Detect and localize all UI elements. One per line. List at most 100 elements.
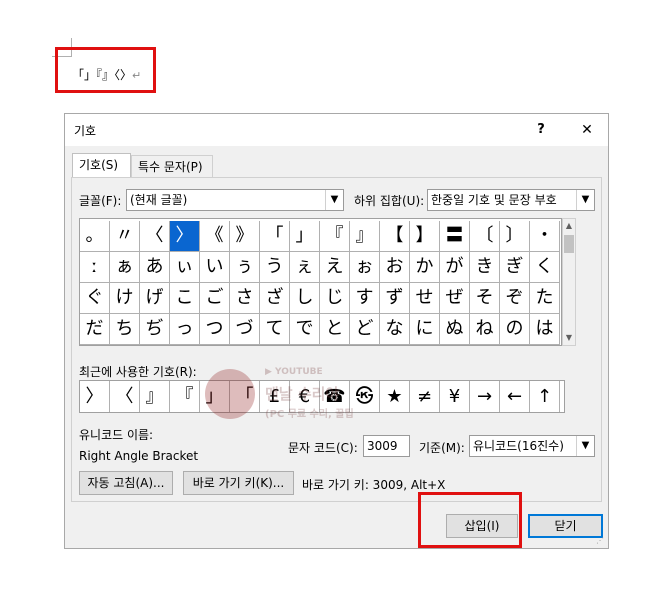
resize-grip-icon[interactable]: ⋰ [596,536,606,546]
symbol-cell[interactable]: し [290,283,320,314]
scroll-down-icon[interactable]: ▼ [563,331,575,345]
symbol-cell[interactable]: と [320,314,350,345]
from-select-value: 유니코드(16진수) [473,439,564,453]
symbol-cell[interactable]: 】 [410,221,440,252]
help-button[interactable]: ? [523,118,559,142]
symbol-cell[interactable]: ぁ [110,252,140,283]
symbol-cell[interactable]: で [290,314,320,345]
symbol-cell[interactable]: 〓 [440,221,470,252]
symbol-cell[interactable]: お [380,252,410,283]
symbol-cell[interactable]: 〕 [500,221,530,252]
symbol-cell[interactable]: ː [80,252,110,283]
symbol-cell[interactable]: ぉ [350,252,380,283]
recent-symbol-cell[interactable]: 『 [170,381,200,412]
scroll-up-icon[interactable]: ▲ [563,219,575,233]
symbol-cell[interactable]: ぞ [500,283,530,314]
symbol-cell[interactable]: た [530,283,560,314]
char-code-label: 문자 코드(C): [288,441,358,455]
subset-select[interactable]: 한중일 기호 및 문장 부호 ▼ [427,189,595,211]
symbol-cell[interactable]: て [260,314,290,345]
shortcut-key-button[interactable]: 바로 가기 키(K)... [183,471,294,495]
symbol-cell[interactable]: さ [230,283,260,314]
recent-symbol-cell[interactable]: 』 [140,381,170,412]
recent-symbol-cell[interactable]: → [470,381,500,412]
symbol-cell[interactable]: ど [350,314,380,345]
symbol-cell[interactable]: き [470,252,500,283]
symbol-grid: 。〃〈〉《》「」『』【】〓〔〕・ ː ぁあぃいぅうぇえぉおかがきぎくぐけげこごさざし… [79,218,562,346]
symbol-cell[interactable]: 〉 [170,221,200,252]
symbol-cell[interactable]: づ [230,314,260,345]
watermark-logo: ▶ YOUTUBE 맨날 수리야 (PC 무료 수리, 꿀팁 [205,365,395,435]
symbol-cell[interactable]: っ [170,314,200,345]
recent-symbol-cell[interactable]: 〈 [110,381,140,412]
symbol-cell[interactable]: ぐ [80,283,110,314]
symbol-cell[interactable]: 」 [290,221,320,252]
symbol-cell[interactable]: 》 [230,221,260,252]
symbol-cell[interactable]: か [410,252,440,283]
symbol-cell[interactable]: 〔 [470,221,500,252]
symbol-cell[interactable]: な [380,314,410,345]
recent-symbol-cell[interactable]: 〉 [80,381,110,412]
symbol-cell[interactable]: ぜ [440,283,470,314]
symbol-cell[interactable]: け [110,283,140,314]
recent-symbol-cell[interactable]: ¥ [440,381,470,412]
symbol-cell[interactable]: せ [410,283,440,314]
symbol-cell[interactable]: 〈 [140,221,170,252]
symbol-cell[interactable]: 』 [350,221,380,252]
watermark-subtitle: (PC 무료 수리, 꿀팁 [265,409,354,420]
symbol-cell[interactable]: の [500,314,530,345]
symbol-cell[interactable]: く [530,252,560,283]
symbol-cell[interactable]: 【 [380,221,410,252]
symbol-cell[interactable]: ぃ [170,252,200,283]
subset-label: 하위 집합(U): [354,194,425,208]
symbol-cell[interactable]: あ [140,252,170,283]
dialog-title: 기호 [74,124,97,138]
symbol-cell[interactable]: が [440,252,470,283]
recent-symbol-cell[interactable]: ≠ [410,381,440,412]
symbol-grid-scrollbar[interactable]: ▲ ▼ [562,218,576,346]
symbol-cell[interactable]: ざ [260,283,290,314]
symbol-cell[interactable]: ぅ [230,252,260,283]
symbol-cell[interactable]: そ [470,283,500,314]
symbol-cell[interactable]: は [530,314,560,345]
tab-special-characters[interactable]: 특수 문자(P) [131,155,213,177]
symbol-cell[interactable]: 。 [80,221,110,252]
symbol-cell[interactable]: 「 [260,221,290,252]
symbol-cell[interactable]: ぬ [440,314,470,345]
symbol-cell[interactable]: い [200,252,230,283]
close-button[interactable]: 닫기 [528,514,603,538]
symbol-cell[interactable]: ぇ [290,252,320,283]
symbol-cell[interactable]: げ [140,283,170,314]
scroll-thumb[interactable] [564,235,574,253]
chevron-down-icon: ▼ [576,190,594,210]
dialog-titlebar: 기호 ? ✕ [65,114,608,146]
symbol-cell[interactable]: ね [470,314,500,345]
symbol-cell[interactable]: ぢ [140,314,170,345]
char-code-input[interactable]: 3009 [363,435,410,457]
symbol-cell[interactable]: に [410,314,440,345]
font-select[interactable]: (현재 글꼴) ▼ [126,189,344,211]
symbol-cell[interactable]: ぎ [500,252,530,283]
symbol-cell[interactable]: ち [110,314,140,345]
symbol-cell[interactable]: す [350,283,380,314]
recent-symbol-cell[interactable]: ↑ [530,381,560,412]
symbol-cell[interactable]: だ [80,314,110,345]
from-label: 기준(M): [419,441,465,455]
from-select[interactable]: 유니코드(16진수) ▼ [469,435,595,457]
symbol-cell[interactable]: ・ [530,221,560,252]
symbol-cell[interactable]: 〃 [110,221,140,252]
symbol-cell[interactable]: こ [170,283,200,314]
symbol-cell[interactable]: じ [320,283,350,314]
tab-symbols[interactable]: 기호(S) [72,153,131,177]
close-icon[interactable]: ✕ [569,118,605,142]
autocorrect-button[interactable]: 자동 고침(A)... [79,471,173,495]
symbol-cell[interactable]: う [260,252,290,283]
symbol-dialog: 기호 ? ✕ 기호(S) 특수 문자(P) 글꼴(F): (현재 글꼴) ▼ 하… [64,113,609,549]
symbol-cell[interactable]: つ [200,314,230,345]
symbol-cell[interactable]: え [320,252,350,283]
symbol-cell[interactable]: 『 [320,221,350,252]
recent-symbol-cell[interactable]: ← [500,381,530,412]
symbol-cell[interactable]: ご [200,283,230,314]
symbol-cell[interactable]: ず [380,283,410,314]
symbol-cell[interactable]: 《 [200,221,230,252]
